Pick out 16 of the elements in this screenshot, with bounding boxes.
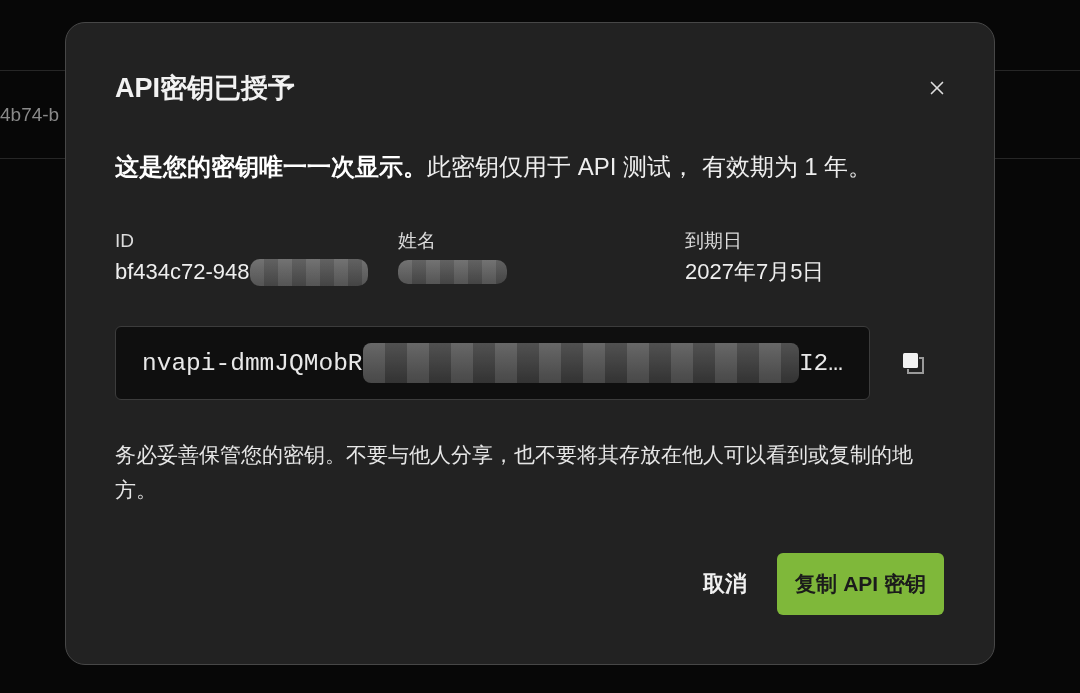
api-key-text: nvapi-dmmJQMobR [142,349,363,377]
field-value: 2027年7月5日 [685,258,825,286]
copy-button[interactable] [902,352,924,374]
intro-text: 这是您的密钥唯一一次显示。此密钥仅用于 API 测试， 有效期为 1 年。 [115,152,874,182]
copy-icon [902,352,924,374]
copy-key-button[interactable]: 复制 API 密钥 [777,553,944,615]
dialog-title: API密钥已授予 [115,72,295,104]
api-key-text: I2… [798,349,843,377]
field-label: 姓名 [398,229,437,253]
cancel-button[interactable]: 取消 [703,569,748,599]
field-label: ID [115,229,135,253]
field-label: 到期日 [685,229,743,253]
api-key-field[interactable]: nvapi-dmmJQMobR I2… [115,326,870,400]
warning-text: 务必妥善保管您的密钥。不要与他人分享，也不要将其存放在他人可以看到或复制的地方。 [115,442,914,503]
table-cell-text: 4b74-b [0,103,60,126]
field-value: bf434c72-948 [115,258,250,286]
